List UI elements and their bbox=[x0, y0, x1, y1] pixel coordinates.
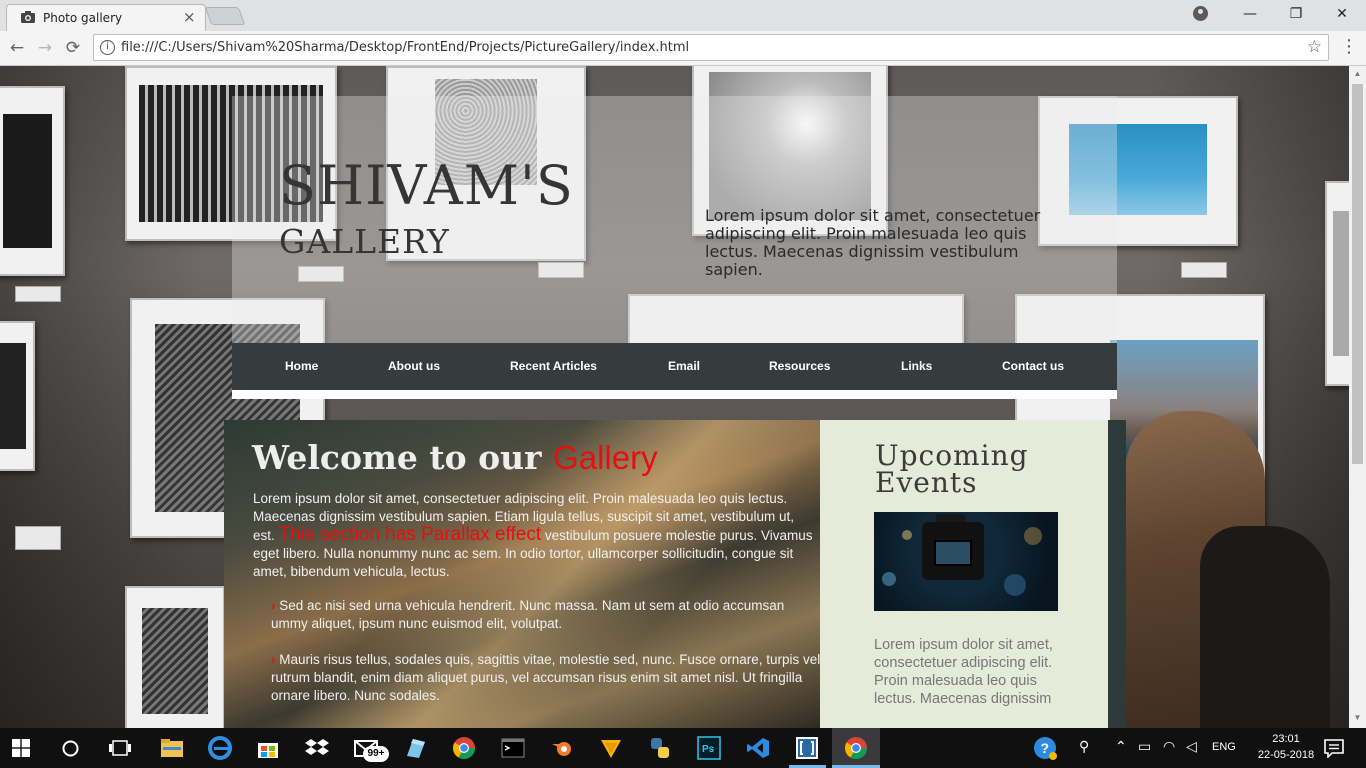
svg-text:Ps: Ps bbox=[702, 744, 715, 755]
wall-plaque bbox=[15, 526, 61, 550]
dropbox-icon[interactable] bbox=[305, 736, 329, 760]
wifi-icon[interactable]: ◠ bbox=[1163, 739, 1175, 755]
reload-button[interactable]: ⟳ bbox=[60, 35, 86, 61]
app-cube-icon[interactable] bbox=[403, 736, 427, 760]
vscode-icon[interactable] bbox=[746, 736, 770, 760]
camera-icon bbox=[21, 11, 35, 23]
battery-icon[interactable]: ▭ bbox=[1138, 739, 1151, 755]
nav-email[interactable]: Email bbox=[668, 343, 700, 390]
nav-links[interactable]: Links bbox=[901, 343, 932, 390]
clock-time: 23:01 bbox=[1272, 733, 1300, 745]
windows-taskbar: 99+ Ps ? ⚲ ⌃ ▭ ◠ ◁ ENG 23:01 22-05-2018 bbox=[0, 728, 1366, 768]
welcome-title-accent: Gallery bbox=[553, 439, 658, 476]
events-title-line2: Events bbox=[875, 466, 978, 499]
file-explorer-icon[interactable] bbox=[160, 736, 184, 760]
site-logo-title[interactable]: SHIVAM'S bbox=[279, 154, 574, 217]
site-logo-subtitle: GALLERY bbox=[279, 222, 450, 261]
page-viewport: SHIVAM'S GALLERY Lorem ipsum dolor sit a… bbox=[0, 66, 1349, 728]
chrome-icon[interactable] bbox=[452, 736, 476, 760]
browser-tab[interactable]: Photo gallery × bbox=[6, 4, 206, 31]
chrome-active-icon[interactable] bbox=[844, 736, 868, 760]
welcome-title-prefix: Welcome to our bbox=[252, 438, 542, 477]
language-indicator[interactable]: ENG bbox=[1212, 741, 1236, 753]
wall-frame bbox=[0, 86, 65, 276]
tray-chevron-up-icon[interactable]: ⌃ bbox=[1115, 739, 1127, 755]
action-center-icon[interactable] bbox=[1324, 738, 1344, 758]
python-icon[interactable] bbox=[648, 736, 672, 760]
wall-frame bbox=[1325, 181, 1349, 386]
welcome-section: Welcome to our Gallery Lorem ipsum dolor… bbox=[224, 420, 822, 728]
scroll-up-arrow-icon[interactable]: ▲ bbox=[1352, 68, 1363, 80]
browser-menu-icon[interactable]: ⋮ bbox=[1340, 36, 1358, 57]
bullet-text: Mauris risus tellus, sodales quis, sagit… bbox=[271, 652, 821, 703]
welcome-title: Welcome to our Gallery bbox=[252, 438, 658, 477]
events-sidebar: Upcoming Events Lorem ipsum dolor sit am… bbox=[820, 420, 1108, 728]
bookmark-star-icon[interactable]: ☆ bbox=[1307, 37, 1322, 57]
tab-title: Photo gallery bbox=[43, 11, 123, 25]
scroll-down-arrow-icon[interactable]: ▼ bbox=[1352, 712, 1363, 724]
parallax-highlight: This section has Parallax effect bbox=[278, 524, 542, 545]
nav-about-us[interactable]: About us bbox=[388, 343, 440, 390]
events-text: Lorem ipsum dolor sit amet, consectetuer… bbox=[874, 637, 1053, 707]
bullet-arrow-icon: › bbox=[271, 598, 276, 613]
close-window-button[interactable]: ✕ bbox=[1319, 0, 1365, 30]
list-item: › Mauris risus tellus, sodales quis, sag… bbox=[271, 651, 821, 705]
nav-resources[interactable]: Resources bbox=[769, 343, 830, 390]
forward-button[interactable]: → bbox=[32, 35, 58, 61]
tab-strip: Photo gallery × — ❐ ✕ bbox=[0, 0, 1366, 31]
browser-toolbar: ← → ⟳ i file:///C:/Users/Shivam%20Sharma… bbox=[0, 31, 1366, 66]
blender-icon[interactable] bbox=[550, 736, 574, 760]
clock-date: 22-05-2018 bbox=[1257, 749, 1315, 761]
scroll-thumb[interactable] bbox=[1352, 84, 1363, 464]
terminal-icon[interactable] bbox=[501, 736, 525, 760]
wall-frame bbox=[125, 586, 225, 728]
wall-plaque bbox=[1181, 262, 1227, 278]
bullet-arrow-icon: › bbox=[271, 652, 276, 667]
vlc-cone-icon[interactable] bbox=[599, 736, 623, 760]
main-navbar: Home About us Recent Articles Email Reso… bbox=[232, 343, 1117, 399]
task-view-icon[interactable] bbox=[109, 740, 131, 756]
info-icon[interactable]: i bbox=[100, 40, 115, 55]
search-circle-icon[interactable] bbox=[62, 740, 79, 757]
volume-icon[interactable]: ◁ bbox=[1186, 739, 1197, 755]
store-icon[interactable] bbox=[256, 736, 280, 760]
url-text[interactable]: file:///C:/Users/Shivam%20Sharma/Desktop… bbox=[121, 40, 689, 55]
system-clock[interactable]: 23:01 22-05-2018 bbox=[1250, 731, 1322, 763]
photoshop-icon[interactable]: Ps bbox=[697, 736, 721, 760]
event-camera-image bbox=[874, 512, 1058, 611]
profile-icon[interactable] bbox=[1193, 6, 1208, 21]
visitor-body bbox=[1200, 526, 1330, 728]
events-title: Upcoming Events bbox=[875, 439, 1029, 499]
page-scrollbar[interactable]: ▲ ▼ bbox=[1349, 66, 1366, 728]
help-icon[interactable]: ? bbox=[1033, 736, 1057, 760]
svg-text:?: ? bbox=[1041, 740, 1050, 756]
sidebar-edge bbox=[1108, 420, 1126, 728]
restore-button[interactable]: ❐ bbox=[1273, 0, 1319, 30]
address-bar[interactable]: i file:///C:/Users/Shivam%20Sharma/Deskt… bbox=[93, 34, 1329, 61]
wall-frame bbox=[0, 321, 35, 471]
list-item: › Sed ac nisi sed urna vehicula hendreri… bbox=[271, 597, 821, 633]
people-icon[interactable]: ⚲ bbox=[1079, 739, 1089, 755]
welcome-paragraph: Lorem ipsum dolor sit amet, consectetuer… bbox=[253, 490, 819, 581]
notification-badge: 99+ bbox=[363, 746, 389, 762]
brackets-icon[interactable] bbox=[795, 736, 819, 760]
header-tagline: Lorem ipsum dolor sit amet, consectetuer… bbox=[705, 206, 1041, 279]
nav-home[interactable]: Home bbox=[285, 343, 318, 390]
nav-recent-articles[interactable]: Recent Articles bbox=[510, 343, 597, 390]
new-tab-button[interactable] bbox=[204, 7, 246, 25]
windows-start-icon[interactable] bbox=[12, 739, 30, 757]
bullet-text: Sed ac nisi sed urna vehicula hendrerit.… bbox=[271, 598, 785, 631]
tab-close-icon[interactable]: × bbox=[183, 8, 196, 26]
minimize-button[interactable]: — bbox=[1227, 0, 1273, 30]
nav-contact-us[interactable]: Contact us bbox=[1002, 343, 1064, 390]
events-title-line1: Upcoming bbox=[875, 439, 1029, 472]
wall-plaque bbox=[15, 286, 61, 302]
edge-browser-icon[interactable] bbox=[208, 736, 232, 760]
back-button[interactable]: ← bbox=[4, 35, 30, 61]
